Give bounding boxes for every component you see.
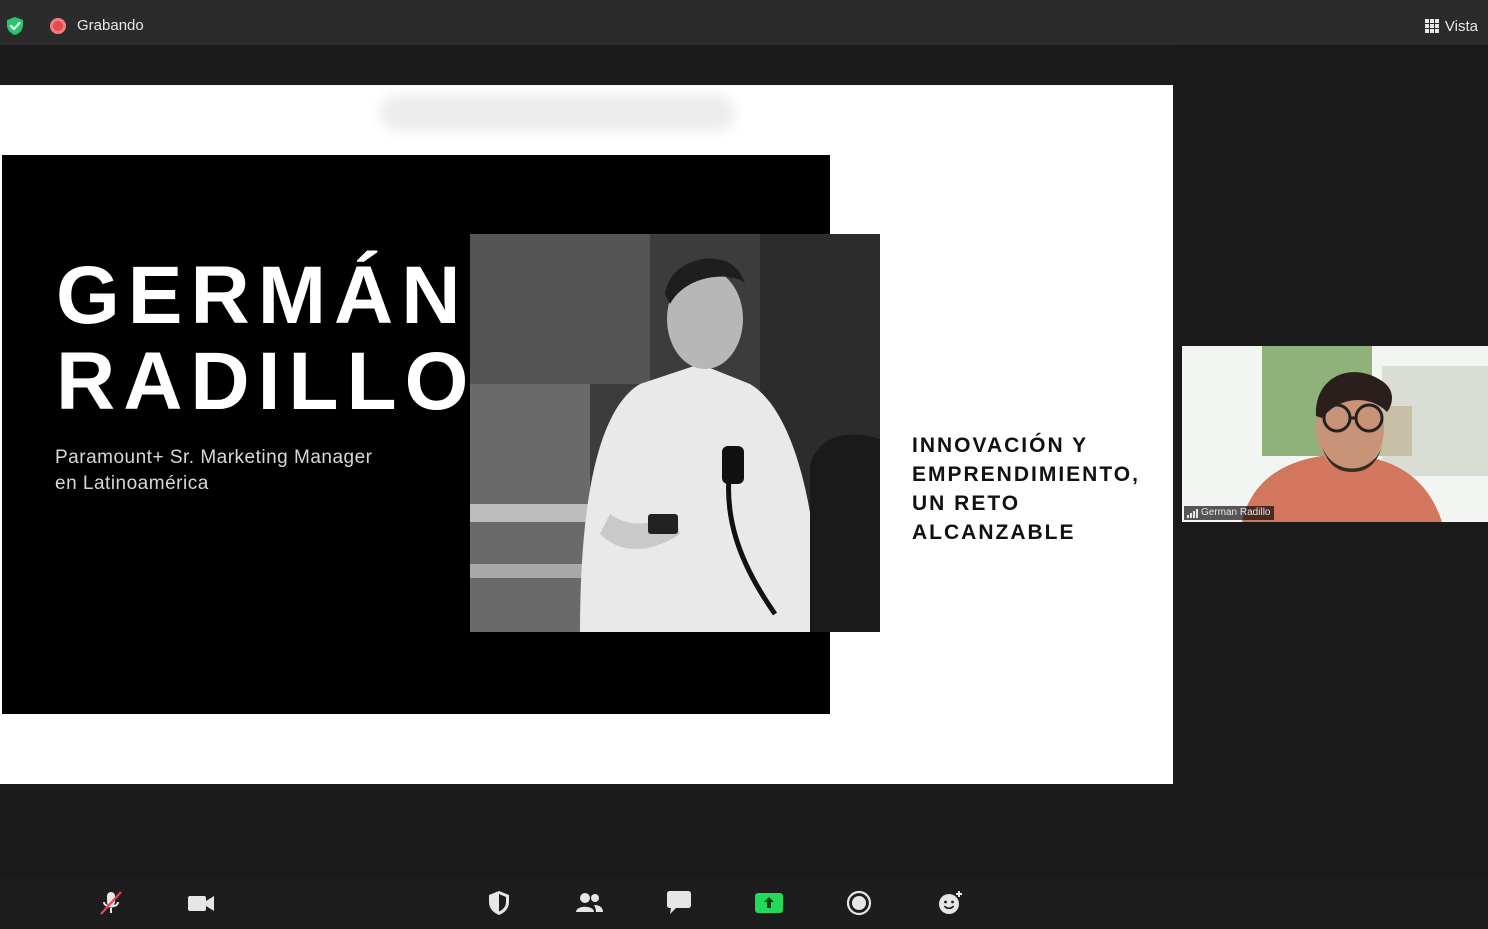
meeting-window: Grabando Vista GERMÁN RADILLO Paramount+… [0, 0, 1488, 929]
view-label: Vista [1444, 17, 1478, 35]
signal-strength-icon [1187, 508, 1198, 518]
chat-icon[interactable] [664, 888, 694, 918]
speaker-last-name: RADILLO [56, 336, 477, 427]
top-bar: Grabando Vista [0, 0, 1488, 45]
talk-title-line1: INNOVACIÓN Y [912, 434, 1089, 457]
participant-name: German Radillo [1201, 507, 1271, 518]
muted-microphone-icon[interactable] [96, 888, 126, 918]
meeting-toolbar [0, 876, 1488, 929]
blurred-banner [380, 95, 735, 131]
shield-check-icon[interactable] [5, 16, 25, 36]
speaker-role-line2: en Latinoamérica [55, 473, 209, 494]
recording-dot-icon[interactable] [50, 18, 66, 34]
speaker-first-name: GERMÁN [56, 250, 469, 341]
participants-icon[interactable] [574, 888, 604, 918]
share-screen-icon[interactable] [754, 888, 784, 918]
participant-video-image [1182, 346, 1488, 522]
grid-icon [1424, 19, 1439, 33]
speaker-role-line1: Paramount+ Sr. Marketing Manager [55, 447, 373, 468]
record-icon[interactable] [844, 888, 874, 918]
talk-title-line3: UN RETO [912, 492, 1021, 515]
view-button[interactable]: Vista [1424, 15, 1478, 37]
security-shield-icon[interactable] [484, 888, 514, 918]
participant-name-tag: German Radillo [1184, 506, 1275, 520]
speaker-photo-image [470, 234, 880, 632]
talk-title: INNOVACIÓN Y EMPRENDIMIENTO, UN RETO ALC… [912, 431, 1140, 547]
reactions-icon[interactable] [935, 888, 965, 918]
presentation-slide: GERMÁN RADILLO Paramount+ Sr. Marketing … [0, 85, 1173, 784]
speaker-photo [470, 234, 880, 632]
participant-video[interactable]: German Radillo [1182, 346, 1488, 522]
video-camera-icon[interactable] [186, 888, 216, 918]
talk-title-line2: EMPRENDIMIENTO, [912, 463, 1140, 486]
recording-label[interactable]: Grabando [77, 17, 144, 34]
shared-screen: GERMÁN RADILLO Paramount+ Sr. Marketing … [0, 45, 1173, 823]
speaker-role: Paramount+ Sr. Marketing Manager en Lati… [55, 445, 373, 497]
talk-title-line4: ALCANZABLE [912, 521, 1076, 544]
